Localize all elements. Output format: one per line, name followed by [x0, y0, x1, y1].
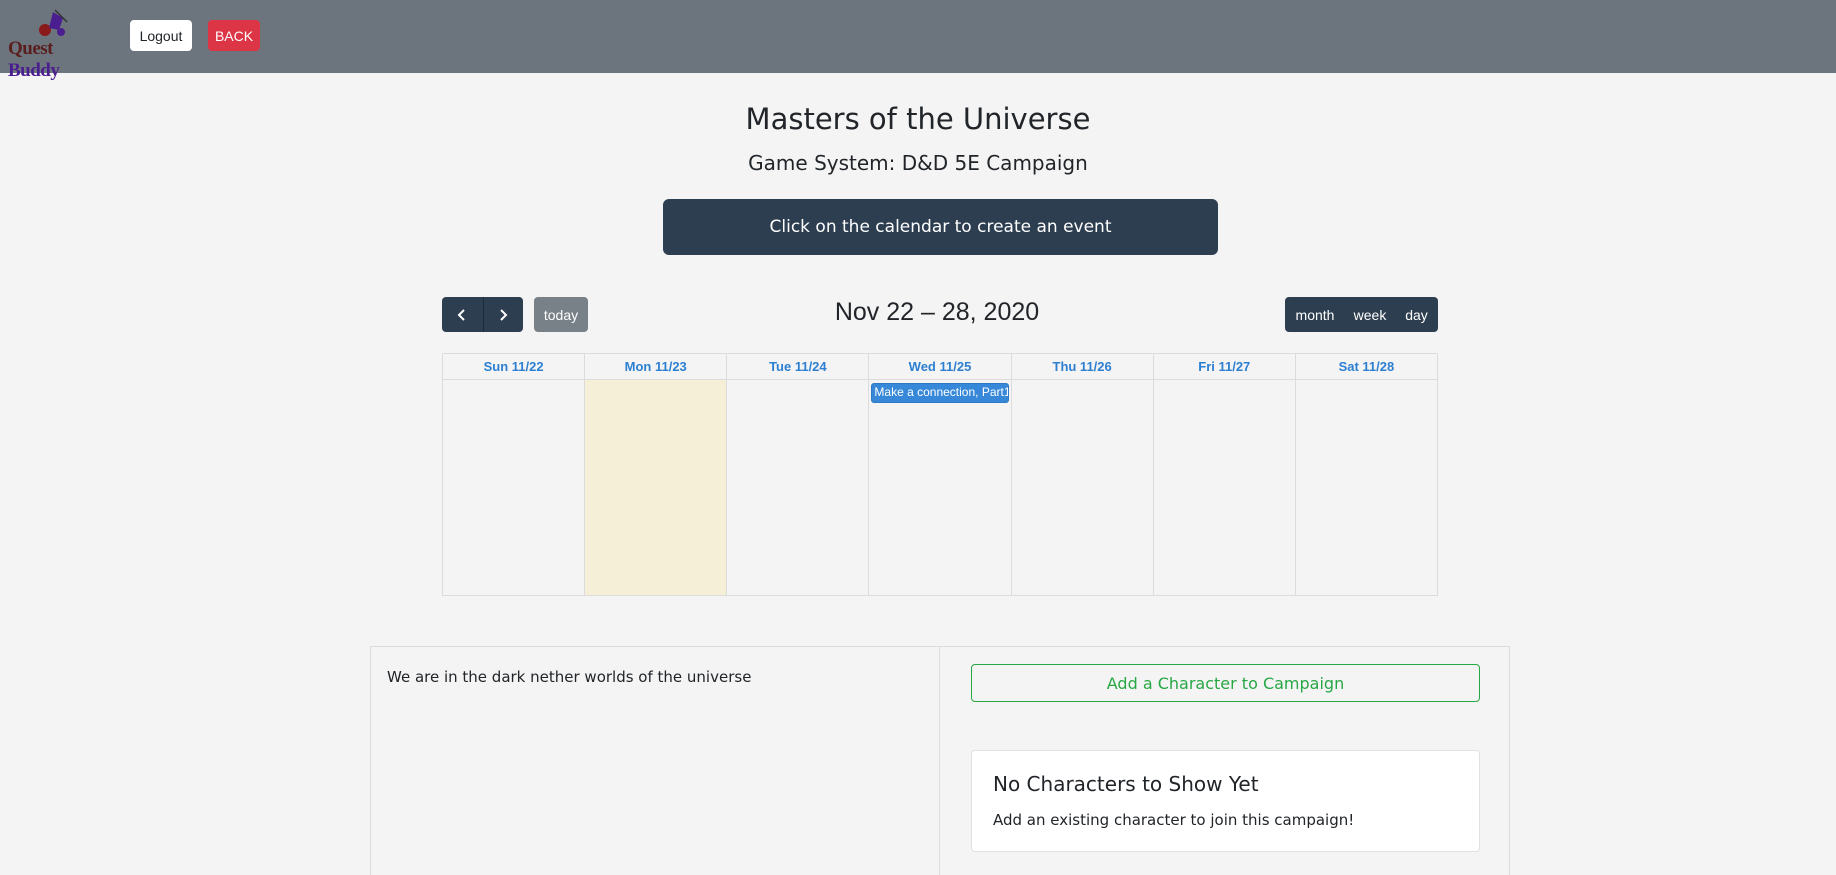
day-view-button[interactable]: day: [1395, 297, 1438, 332]
calendar-grid: Sun 11/22 Mon 11/23 Tue 11/24 Wed 11/25 …: [442, 353, 1438, 596]
today-button[interactable]: today: [534, 297, 588, 332]
back-button[interactable]: BACK: [208, 20, 260, 51]
day-cell[interactable]: [443, 380, 584, 595]
card-text: Add an existing character to join this c…: [993, 811, 1355, 829]
logo-text: Quest Buddy: [8, 38, 60, 81]
empty-characters-card: No Characters to Show Yet Add an existin…: [971, 750, 1480, 852]
navbar: Quest Buddy Logout BACK: [0, 0, 1836, 81]
day-header[interactable]: Mon 11/23: [585, 354, 727, 380]
card-title: No Characters to Show Yet: [993, 772, 1259, 796]
day-column[interactable]: Wed 11/25 Make a connection, Part1: [868, 354, 1011, 595]
calendar-nav-group: [442, 297, 523, 332]
day-cell[interactable]: [1154, 380, 1295, 595]
campaign-title: Masters of the Universe: [745, 102, 1091, 136]
prev-week-button[interactable]: [442, 297, 483, 332]
quest-buddy-logo[interactable]: Quest Buddy: [8, 8, 104, 81]
day-header[interactable]: Wed 11/25: [869, 354, 1011, 380]
day-column[interactable]: Sat 11/28: [1294, 354, 1437, 595]
day-column-today[interactable]: Mon 11/23: [584, 354, 727, 595]
characters-panel: Add a Character to Campaign No Character…: [939, 646, 1510, 875]
day-header[interactable]: Fri 11/27: [1153, 354, 1295, 380]
add-character-button[interactable]: Add a Character to Campaign: [971, 664, 1480, 702]
day-column[interactable]: Sun 11/22: [443, 354, 585, 595]
day-header[interactable]: Tue 11/24: [727, 354, 869, 380]
next-week-button[interactable]: [482, 297, 524, 332]
logout-button[interactable]: Logout: [130, 20, 192, 51]
day-header[interactable]: Sat 11/28: [1295, 354, 1437, 380]
create-event-banner: Click on the calendar to create an event: [663, 199, 1218, 255]
game-system: Game System: D&D 5E Campaign: [748, 151, 1088, 175]
calendar-event[interactable]: Make a connection, Part1: [871, 383, 1009, 403]
campaign-description-panel: We are in the dark nether worlds of the …: [370, 646, 940, 875]
month-view-button[interactable]: month: [1285, 297, 1345, 332]
day-cell[interactable]: [727, 380, 868, 595]
day-cell[interactable]: [1296, 380, 1437, 595]
day-cell[interactable]: [869, 380, 1010, 595]
day-cell[interactable]: [585, 380, 727, 595]
calendar-range-title: Nov 22 – 28, 2020: [834, 298, 1040, 326]
day-header[interactable]: Thu 11/26: [1011, 354, 1153, 380]
day-column[interactable]: Fri 11/27: [1152, 354, 1295, 595]
day-cell[interactable]: [1012, 380, 1153, 595]
day-column[interactable]: Tue 11/24: [726, 354, 869, 595]
campaign-description: We are in the dark nether worlds of the …: [387, 668, 752, 686]
day-header[interactable]: Sun 11/22: [443, 354, 585, 380]
week-view-button[interactable]: week: [1345, 297, 1395, 332]
dice-icon: [39, 9, 68, 36]
chevron-left-icon: [457, 308, 465, 321]
chevron-right-icon: [500, 308, 508, 321]
day-column[interactable]: Thu 11/26: [1010, 354, 1153, 595]
calendar-view-group: month week day: [1285, 297, 1438, 332]
